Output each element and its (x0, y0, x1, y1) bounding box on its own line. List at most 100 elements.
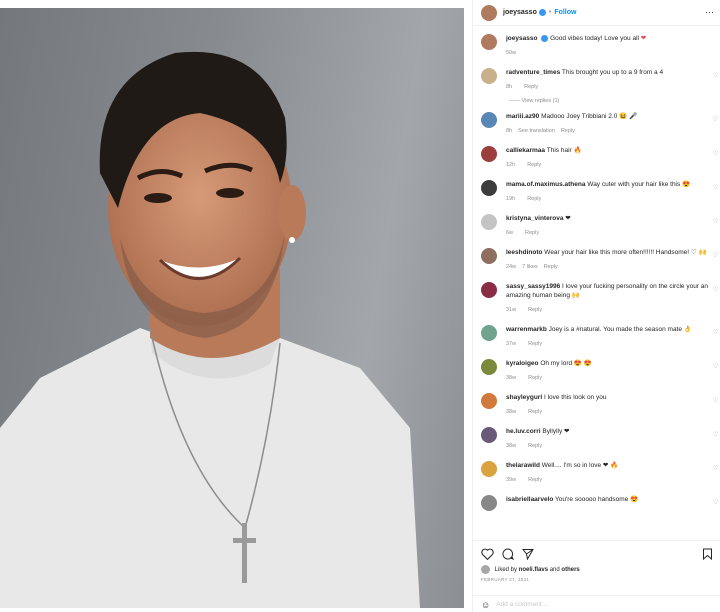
caption-item: joeysasso Good vibes today! Love you all… (473, 34, 720, 58)
add-comment-bar: ☺ Add a comment… (473, 595, 720, 612)
reply-button[interactable]: Reply (561, 128, 575, 134)
comments-panel: joeysasso • Follow ⋯ joeysasso Good vibe… (472, 0, 720, 612)
comment-like-icon[interactable]: ♡ (713, 363, 718, 370)
verified-badge-icon (541, 34, 549, 42)
comment-username[interactable]: he.luv.corri (506, 428, 541, 435)
comment-like-icon[interactable]: ♡ (713, 499, 718, 506)
comment-like-icon[interactable]: ♡ (713, 150, 718, 157)
comment-item: kristyna_vinterova ❤ 6w Reply ♡ (473, 214, 720, 238)
avatar[interactable] (481, 461, 497, 477)
comment-text: This brought you up to a 9 from a 4 (561, 69, 664, 76)
reply-button[interactable]: Reply (528, 375, 542, 381)
avatar[interactable] (481, 325, 497, 341)
comment-time: 38w (506, 375, 517, 381)
comment-username[interactable]: isabriellaarvelo (506, 496, 553, 503)
reply-button[interactable]: Reply (528, 477, 542, 483)
comment-username[interactable]: kristyna_vinterova (506, 215, 563, 222)
avatar[interactable] (481, 146, 497, 162)
comment-like-icon[interactable]: ♡ (713, 286, 718, 293)
avatar[interactable] (481, 495, 497, 511)
like-heart-icon[interactable] (481, 548, 494, 560)
caption-time: 50w (506, 50, 517, 56)
comment-username[interactable]: mama.of.maximus.athena (506, 181, 585, 188)
avatar[interactable] (481, 282, 497, 298)
avatar[interactable] (481, 34, 497, 50)
header-username[interactable]: joeysasso (503, 9, 537, 16)
comments-list[interactable]: joeysasso Good vibes today! Love you all… (473, 26, 720, 532)
comment-like-icon[interactable]: ♡ (713, 116, 718, 123)
avatar[interactable] (481, 427, 497, 443)
post-date: FEBRUARY 27, 2021 (481, 577, 530, 582)
comment-extra[interactable]: See translation (518, 128, 555, 134)
reply-button[interactable]: Reply (528, 341, 542, 347)
share-icon[interactable] (522, 548, 534, 560)
comment-username[interactable]: leeshdinoto (506, 249, 542, 256)
comment-username[interactable]: radventure_times (506, 69, 560, 76)
comment-item: sassy_sassy1996 I love your fucking pers… (473, 282, 720, 315)
liked-by-user[interactable]: noeli.flavs (519, 567, 548, 573)
post-photo[interactable] (0, 0, 472, 612)
comment-like-icon[interactable]: ♡ (713, 184, 718, 191)
avatar[interactable] (481, 359, 497, 375)
reply-button[interactable]: Reply (527, 196, 541, 202)
comment-time: 19h (506, 196, 516, 202)
comment-text: This hair 🔥 (546, 147, 582, 154)
comment-time: 31w (506, 307, 517, 313)
avatar[interactable] (481, 393, 497, 409)
reply-button[interactable]: Reply (544, 264, 558, 270)
add-comment-input[interactable]: Add a comment… (496, 601, 548, 608)
view-replies-label[interactable]: View replies (1) (522, 98, 560, 104)
avatar[interactable] (481, 112, 497, 128)
comment-text: Byllylly ❤ (542, 428, 570, 435)
emoji-icon[interactable]: ☺ (481, 600, 490, 610)
comment-time: 39w (506, 477, 517, 483)
caption-username[interactable]: joeysasso (506, 35, 537, 42)
comment-item: leeshdinoto Wear your hair like this mor… (473, 248, 720, 272)
comment-extra[interactable]: 7 likes (522, 264, 538, 270)
reply-button[interactable]: Reply (528, 443, 542, 449)
post-header: joeysasso • Follow ⋯ (473, 0, 720, 26)
avatar[interactable] (481, 248, 497, 264)
comment-like-icon[interactable]: ♡ (713, 431, 718, 438)
comment-username[interactable]: calliekarmaa (506, 147, 545, 154)
post-image (0, 8, 464, 608)
comment-username[interactable]: sassy_sassy1996 (506, 283, 560, 290)
comment-username[interactable]: warrenmarkb (506, 326, 547, 333)
save-bookmark-icon[interactable] (702, 548, 713, 560)
post-actions-area: Liked by noeli.flavs and others FEBRUARY… (473, 540, 720, 612)
reply-button[interactable]: Reply (528, 307, 542, 313)
comment-time: 38w (506, 409, 517, 415)
comment-like-icon[interactable]: ♡ (713, 252, 718, 259)
comment-time: 38w (506, 443, 517, 449)
avatar[interactable] (481, 68, 497, 84)
avatar[interactable] (481, 214, 497, 230)
comment-username[interactable]: mariii.az90 (506, 113, 539, 120)
comment-icon[interactable] (502, 548, 514, 560)
reply-button[interactable]: Reply (528, 409, 542, 415)
comment-like-icon[interactable]: ♡ (713, 329, 718, 336)
comment-item: thelarawild Well.... I'm so in love ❤ 🔥 3… (473, 461, 720, 485)
comment-text: ❤ (565, 215, 571, 222)
more-options-icon[interactable]: ⋯ (705, 7, 714, 18)
comment-text: I love this look on you (543, 394, 607, 401)
reply-button[interactable]: Reply (524, 84, 538, 90)
view-replies-button[interactable]: —— View replies (1) (509, 98, 720, 104)
comment-like-icon[interactable]: ♡ (713, 72, 718, 79)
follow-button[interactable]: Follow (554, 9, 576, 16)
comment-like-icon[interactable]: ♡ (713, 397, 718, 404)
comment-username[interactable]: shayleygurl (506, 394, 542, 401)
comment-item: he.luv.corri Byllylly ❤ 38w Reply ♡ (473, 427, 720, 451)
liked-by-and: and (549, 567, 560, 574)
reply-button[interactable]: Reply (527, 162, 541, 168)
comment-username[interactable]: thelarawild (506, 462, 540, 469)
comment-time: 24w (506, 264, 517, 270)
avatar[interactable] (481, 180, 497, 196)
comment-like-icon[interactable]: ♡ (713, 218, 718, 225)
comment-like-icon[interactable]: ♡ (713, 465, 718, 472)
liked-by-label: Liked by (494, 567, 518, 574)
comment-item: kyraloigeo Oh my lord 😍 😍 38w Reply ♡ (473, 359, 720, 383)
comment-username[interactable]: kyraloigeo (506, 360, 539, 367)
avatar[interactable] (481, 4, 497, 21)
reply-button[interactable]: Reply (525, 230, 539, 236)
liked-by-others[interactable]: others (561, 567, 579, 573)
